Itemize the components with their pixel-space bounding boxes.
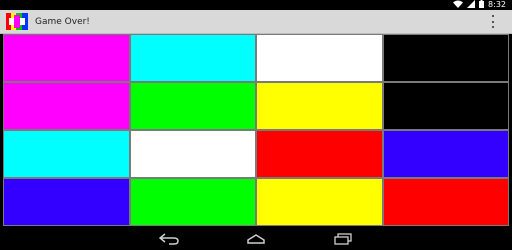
color-tile[interactable] [257, 131, 382, 177]
color-grid-app-icon[interactable] [6, 13, 28, 30]
battery-icon [479, 0, 485, 11]
recent-apps-icon[interactable] [328, 231, 358, 247]
status-bar: 8:32 [0, 0, 512, 10]
color-tile[interactable] [257, 83, 382, 129]
color-tile[interactable] [4, 179, 129, 225]
home-icon[interactable] [241, 231, 271, 247]
status-icons: 8:32 [453, 0, 506, 10]
color-tile[interactable] [383, 131, 508, 177]
back-icon[interactable] [154, 231, 184, 247]
color-tile[interactable] [4, 35, 129, 81]
action-bar: Game Over! [0, 10, 512, 34]
navigation-bar [0, 229, 512, 250]
wifi-icon [453, 0, 464, 11]
game-board [3, 34, 509, 226]
color-tile[interactable] [130, 35, 255, 81]
clock: 8:32 [488, 0, 506, 9]
signal-icon [467, 0, 476, 11]
color-tile[interactable] [130, 131, 255, 177]
color-tile[interactable] [383, 83, 508, 129]
color-tile[interactable] [130, 83, 255, 129]
color-tile[interactable] [4, 83, 129, 129]
color-tile[interactable] [130, 179, 255, 225]
page-title: Game Over! [35, 16, 90, 27]
overflow-menu-icon[interactable] [490, 15, 496, 28]
color-tile[interactable] [383, 35, 508, 81]
color-tile[interactable] [4, 131, 129, 177]
color-tile[interactable] [257, 179, 382, 225]
color-tile[interactable] [383, 179, 508, 225]
color-tile[interactable] [257, 35, 382, 81]
